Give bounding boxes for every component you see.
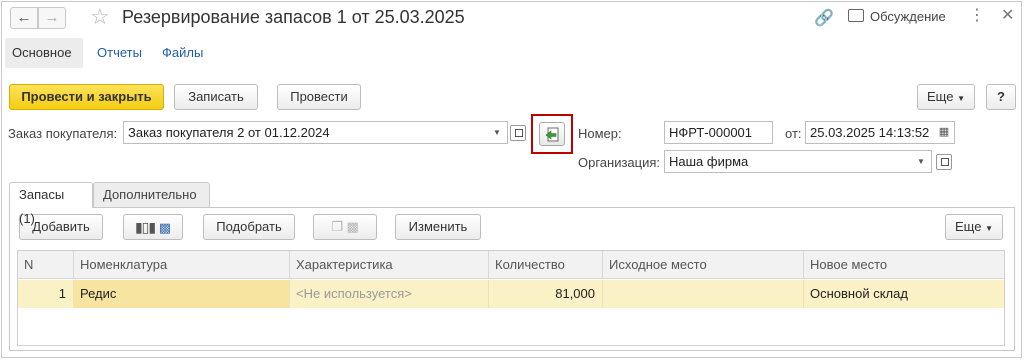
post-and-close-button[interactable]: Провести и закрыть [9, 84, 164, 110]
number-label: Номер: [578, 126, 622, 141]
date-value: 25.03.2025 14:13:52 [810, 125, 930, 140]
organization-field[interactable]: Наша фирма ▼ [664, 150, 932, 173]
date-field[interactable]: 25.03.2025 14:13:52 ▦ [805, 121, 955, 144]
window-title: Резервирование запасов 1 от 25.03.2025 [122, 7, 465, 27]
column-header-characteristic[interactable]: Характеристика [290, 251, 489, 279]
organization-value: Наша фирма [669, 154, 749, 169]
post-button[interactable]: Провести [277, 84, 361, 110]
callout-highlight [531, 114, 573, 154]
customer-order-value: Заказ покупателя 2 от 01.12.2024 [128, 125, 330, 140]
tab-stocks[interactable]: Запасы (1) [9, 182, 93, 226]
copy-icon: ❐ [331, 219, 343, 234]
cell-destination[interactable]: Основной склад [804, 280, 1004, 308]
barcode-icon: ▮▯▮ [134, 219, 156, 235]
cell-quantity[interactable]: 81,000 [489, 280, 603, 308]
cell-n[interactable]: 1 [18, 280, 74, 308]
more-button-label: Еще [927, 89, 954, 104]
customer-order-dropdown-icon[interactable]: ▼ [487, 122, 507, 143]
copy-paste-button: ❐ ▩ [313, 214, 377, 240]
more-actions-icon[interactable]: ⋮ [969, 6, 985, 26]
cell-source[interactable] [603, 280, 804, 308]
table-more-button[interactable]: Еще ▼ [945, 214, 1003, 240]
close-icon[interactable]: ✕ [1001, 6, 1014, 26]
chevron-down-icon: ▼ [985, 224, 993, 233]
customer-order-label: Заказ покупателя: [8, 126, 118, 141]
stocks-table[interactable]: N Номенклатура Характеристика Количество… [17, 250, 1005, 346]
pick-button[interactable]: Подобрать [203, 214, 295, 240]
paste-icon: ▩ [346, 219, 359, 234]
favorite-star-icon[interactable]: ☆ [90, 5, 110, 29]
organization-dropdown-icon[interactable]: ▼ [911, 151, 931, 172]
save-button[interactable]: Записать [174, 84, 258, 110]
cell-characteristic[interactable]: <Не используется> [290, 280, 489, 308]
back-arrow-icon[interactable]: ← [10, 7, 38, 29]
cell-item[interactable]: Редис [74, 280, 290, 308]
document-window: ← → ☆ Резервирование запасов 1 от 25.03.… [1, 1, 1022, 358]
calendar-icon[interactable]: ▦ [934, 122, 954, 143]
number-field[interactable]: НФРТ-000001 [664, 121, 773, 144]
organization-label: Организация: [578, 155, 661, 170]
column-header-destination[interactable]: Новое место [804, 251, 1004, 279]
open-customer-order-icon[interactable] [510, 125, 526, 141]
column-header-source[interactable]: Исходное место [603, 251, 804, 279]
chevron-down-icon: ▼ [957, 94, 965, 103]
change-button[interactable]: Изменить [395, 214, 481, 240]
help-button[interactable]: ? [986, 84, 1016, 110]
customer-order-field[interactable]: Заказ покупателя 2 от 01.12.2024 ▼ [123, 121, 508, 144]
number-value: НФРТ-000001 [669, 125, 753, 140]
discussion-icon[interactable] [848, 9, 864, 22]
discussion-link[interactable]: Обсуждение [870, 9, 946, 24]
link-icon[interactable]: 🔗 [814, 8, 834, 28]
fill-by-order-button[interactable] [539, 122, 565, 146]
title-bar: ← → ☆ Резервирование запасов 1 от 25.03.… [2, 2, 1021, 32]
table-row[interactable]: 1 Редис <Не используется> 81,000 Основно… [18, 280, 1004, 308]
section-tab-main[interactable]: Основное [5, 38, 83, 68]
table-header: N Номенклатура Характеристика Количество… [18, 251, 1004, 279]
tab-additional[interactable]: Дополнительно [93, 182, 210, 207]
section-tab-reports[interactable]: Отчеты [90, 38, 149, 68]
open-organization-icon[interactable] [936, 154, 952, 170]
section-tab-files[interactable]: Файлы [155, 38, 210, 68]
column-header-quantity[interactable]: Количество [489, 251, 603, 279]
scan-barcode-button[interactable]: ▮▯▮ ▩ [123, 214, 183, 240]
forward-arrow-icon[interactable]: → [38, 7, 66, 29]
data-collector-icon: ▩ [158, 220, 172, 235]
table-more-label: Еще [955, 219, 982, 234]
fill-document-icon [545, 127, 559, 142]
date-label: от: [785, 126, 802, 141]
column-header-item[interactable]: Номенклатура [74, 251, 290, 279]
column-header-n[interactable]: N [18, 251, 74, 279]
more-button[interactable]: Еще ▼ [917, 84, 975, 110]
